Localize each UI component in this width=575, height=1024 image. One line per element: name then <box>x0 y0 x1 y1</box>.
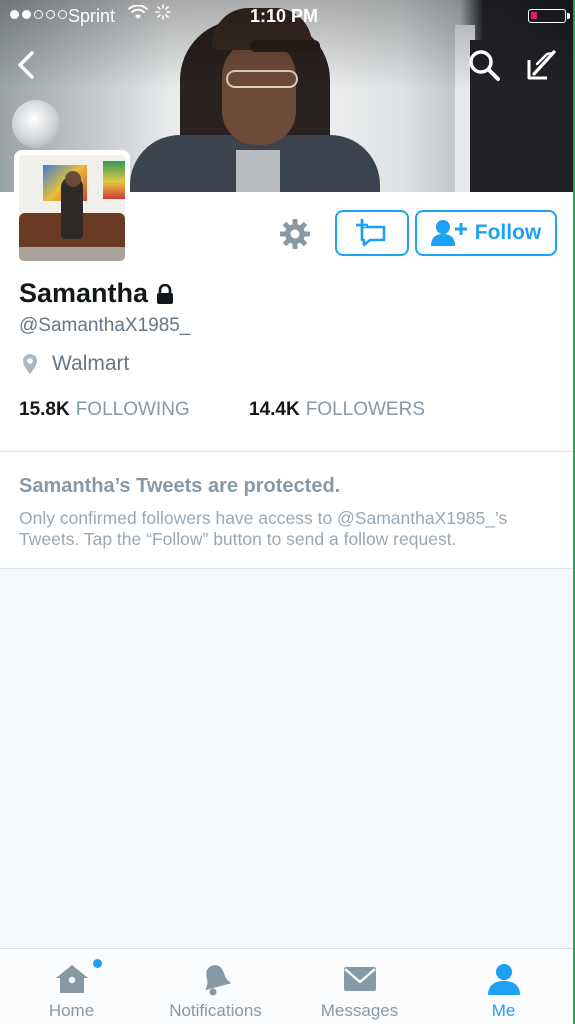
banner-lamp <box>12 100 60 148</box>
search-button[interactable] <box>464 45 504 85</box>
avatar-photo <box>19 155 125 261</box>
compose-tweet-button[interactable] <box>520 45 560 85</box>
tab-notifications[interactable]: Notifications <box>144 949 287 1024</box>
tab-notifications-label: Notifications <box>169 1001 262 1020</box>
tab-home[interactable]: Home <box>0 949 143 1024</box>
follow-button[interactable]: Follow <box>415 210 557 256</box>
protected-notice: Samantha’s Tweets are protected. Only co… <box>0 451 575 569</box>
stats-row: 15.8K FOLLOWING 14.4K FOLLOWERS <box>19 399 425 421</box>
chevron-left-icon <box>18 51 34 79</box>
user-handle: @SamanthaX1985_ <box>19 315 191 336</box>
tab-home-label: Home <box>48 1001 95 1020</box>
wifi-icon <box>127 4 149 26</box>
following-count: 15.8K <box>19 399 70 420</box>
tab-messages-label: Messages <box>320 1001 399 1020</box>
location-text: Walmart <box>52 352 130 375</box>
settings-button[interactable] <box>276 215 314 253</box>
banner-person-shirt <box>236 150 280 192</box>
activity-spinner-icon <box>155 4 171 25</box>
tab-me-label: Me <box>491 1001 516 1020</box>
home-unread-dot <box>92 959 102 968</box>
followers-stat[interactable]: 14.4K FOLLOWERS <box>249 399 425 421</box>
following-label: FOLLOWING <box>75 399 190 420</box>
lock-icon <box>157 283 174 304</box>
carrier-name: Sprint <box>68 6 116 26</box>
status-bar: Sprint 1:10 PM <box>0 0 575 32</box>
tab-bar: Home Notifications Messages Me <box>0 948 575 1024</box>
protected-body: Only confirmed followers have access to … <box>19 508 508 549</box>
message-add-icon <box>356 219 386 247</box>
search-icon <box>469 50 500 81</box>
tab-me[interactable]: Me <box>432 949 575 1024</box>
envelope-icon <box>343 961 377 997</box>
name-row: Samantha <box>19 278 174 309</box>
add-user-icon <box>430 220 467 246</box>
protected-title: Samantha’s Tweets are protected. <box>19 475 341 497</box>
home-icon <box>54 959 102 997</box>
compose-icon <box>527 50 556 80</box>
person-icon <box>487 961 521 997</box>
follow-button-label: Follow <box>474 221 542 244</box>
battery-icon <box>528 9 570 23</box>
profile-avatar[interactable] <box>14 150 130 266</box>
gear-icon <box>280 219 310 249</box>
followers-label: FOLLOWERS <box>305 399 426 420</box>
bell-icon <box>200 961 232 997</box>
display-name: Samantha <box>19 278 149 308</box>
location-row: Walmart <box>22 352 129 376</box>
following-stat[interactable]: 15.8K FOLLOWING <box>19 399 249 421</box>
followers-count: 14.4K <box>249 399 300 420</box>
direct-message-button[interactable] <box>335 210 409 256</box>
tab-messages[interactable]: Messages <box>288 949 431 1024</box>
signal-strength-icon <box>10 10 67 19</box>
back-button[interactable] <box>6 45 46 85</box>
status-time: 1:10 PM <box>250 6 319 26</box>
location-pin-icon <box>23 354 37 374</box>
